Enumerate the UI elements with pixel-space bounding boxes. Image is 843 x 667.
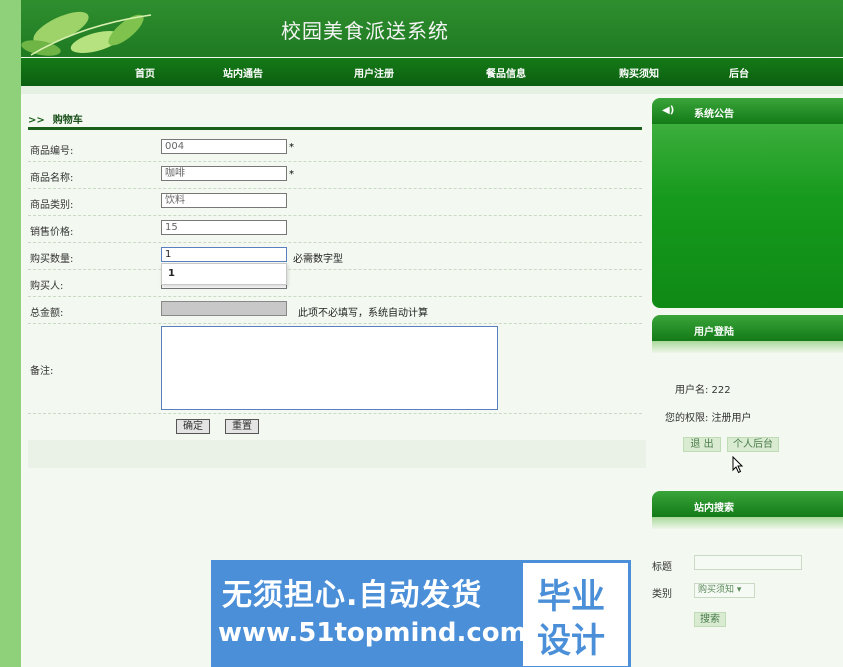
search-title-input[interactable] [694, 555, 802, 570]
required-mark: * [289, 142, 294, 153]
search-panel-header: 站内搜索 [652, 491, 843, 517]
notice-panel-title: 系统公告 [694, 109, 734, 120]
row-divider [28, 161, 642, 162]
search-category-label: 类别 [652, 589, 672, 600]
code-input[interactable]: 004 [161, 139, 287, 154]
left-decor-bar [0, 0, 21, 667]
search-panel-fade [652, 517, 843, 529]
name-input[interactable]: 咖啡 [161, 166, 287, 181]
required-mark: * [289, 169, 294, 180]
cart-title: 购物车 [52, 115, 83, 126]
category-input[interactable]: 饮料 [161, 193, 287, 208]
nav-item-notices[interactable]: 站内通告 [223, 65, 263, 80]
login-panel-title: 用户登陆 [694, 327, 734, 338]
reset-button[interactable]: 重置 [225, 419, 259, 434]
search-panel-title: 站内搜索 [694, 503, 734, 514]
quantity-label: 购买数量: [30, 254, 74, 265]
nav-item-register[interactable]: 用户注册 [354, 65, 394, 80]
cart-footer-bar [28, 440, 646, 468]
search-title-label: 标题 [652, 562, 672, 573]
code-label: 商品编号: [30, 146, 74, 157]
cart-heading-underline [28, 127, 642, 130]
search-category-value: 购买须知 [698, 585, 735, 595]
notice-panel-body [652, 124, 843, 308]
watermark-box-line2: 设计 [537, 621, 605, 661]
quantity-input[interactable]: 1 [161, 247, 287, 262]
watermark-box-line1: 毕业 [537, 577, 605, 617]
buyer-label: 购买人: [30, 281, 64, 292]
nav-item-home[interactable]: 首页 [135, 65, 155, 80]
main-nav: 首页 站内通告 用户注册 餐品信息 购买须知 后台 [21, 58, 843, 86]
watermark-text-line1: 无须担心.自动发货 [222, 578, 483, 613]
remark-label: 备注: [30, 366, 54, 377]
mouse-cursor-icon [732, 456, 744, 474]
logout-button[interactable]: 退 出 [683, 437, 721, 452]
row-divider [28, 215, 642, 216]
login-panel-fade [652, 341, 843, 353]
row-divider [28, 323, 642, 324]
username-text: 用户名: 222 [675, 385, 731, 396]
nav-item-menu[interactable]: 餐品信息 [486, 65, 526, 80]
watermark-text-line2: www.51topmind.com [218, 618, 527, 648]
login-panel-header: 用户登陆 [652, 315, 843, 341]
confirm-button[interactable]: 确定 [176, 419, 210, 434]
row-divider [28, 296, 642, 297]
role-text: 您的权限: 注册用户 [665, 413, 752, 424]
speaker-icon: ◀) [662, 105, 675, 116]
remark-textarea[interactable] [161, 326, 498, 410]
total-hint: 此项不必填写，系统自动计算 [298, 308, 428, 319]
nav-item-admin[interactable]: 后台 [729, 65, 749, 80]
row-divider [28, 242, 642, 243]
row-divider [28, 188, 642, 189]
nav-item-purchase-guide[interactable]: 购买须知 [619, 65, 659, 80]
name-label: 商品名称: [30, 173, 74, 184]
autocomplete-option[interactable]: 1 [161, 263, 287, 285]
double-chevron-right-icon: >> [28, 115, 45, 126]
row-divider [28, 269, 642, 270]
nav-shadow [21, 86, 843, 94]
personal-center-button[interactable]: 个人后台 [727, 437, 779, 452]
site-title: 校园美食派送系统 [281, 19, 449, 43]
category-label: 商品类别: [30, 200, 74, 211]
notice-panel-header: ◀) 系统公告 [652, 98, 843, 124]
row-divider [28, 413, 642, 414]
search-button[interactable]: 搜索 [694, 612, 726, 627]
total-label: 总金额: [30, 308, 64, 319]
price-label: 销售价格: [30, 227, 74, 238]
total-input [161, 301, 287, 316]
leaves-logo-icon [21, 11, 152, 56]
quantity-hint: 必需数字型 [293, 254, 343, 265]
search-category-select[interactable]: 购买须知 ▾ [694, 583, 755, 598]
price-input[interactable]: 15 [161, 220, 287, 235]
cart-heading: >> 购物车 [28, 111, 83, 126]
chevron-down-icon: ▾ [736, 585, 742, 595]
